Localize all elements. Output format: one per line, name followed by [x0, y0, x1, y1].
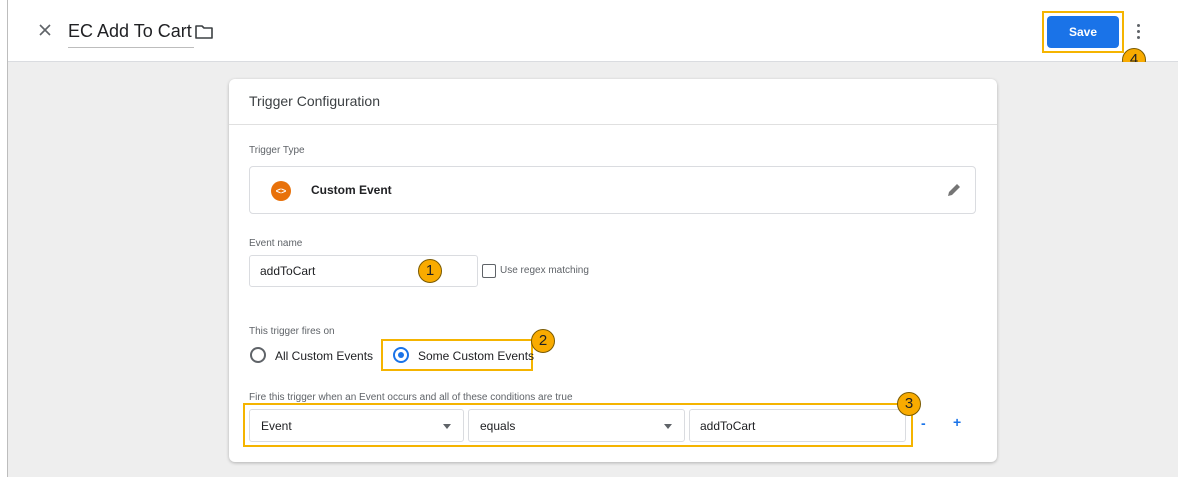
edit-pencil-icon[interactable]: [946, 182, 962, 198]
condition-value-input[interactable]: [689, 409, 906, 442]
radio-some-custom-events[interactable]: [393, 347, 409, 363]
event-name-label: Event name: [249, 238, 303, 249]
top-bar: EC Add To Cart Save 4: [8, 0, 1178, 72]
trigger-configuration-card: Trigger Configuration Trigger Type <> Cu…: [229, 79, 997, 462]
annotation-badge-3: 3: [897, 392, 921, 416]
trigger-type-name: Custom Event: [311, 183, 392, 197]
more-options-icon[interactable]: [1128, 21, 1148, 43]
chevron-down-icon: [443, 424, 451, 429]
fires-on-label: This trigger fires on: [249, 326, 335, 337]
page-title: EC Add To Cart: [68, 21, 192, 41]
annotation-badge-2: 2: [531, 329, 555, 353]
folder-icon[interactable]: [194, 23, 214, 41]
trigger-name-field[interactable]: EC Add To Cart: [68, 19, 194, 48]
app-window: EC Add To Cart Save 4 Trigger Configurat…: [0, 0, 1178, 477]
radio-all-custom-events[interactable]: [250, 347, 266, 363]
card-title: Trigger Configuration: [229, 79, 997, 125]
custom-event-icon: <>: [271, 181, 291, 201]
annotation-badge-1: 1: [418, 259, 442, 283]
condition-operator-select[interactable]: equals: [468, 409, 685, 442]
condition-variable-value: Event: [261, 419, 292, 433]
radio-all-custom-events-label: All Custom Events: [275, 349, 374, 363]
regex-label: Use regex matching: [500, 265, 589, 276]
condition-variable-select[interactable]: Event: [249, 409, 464, 442]
regex-checkbox[interactable]: [482, 264, 496, 278]
conditions-label: Fire this trigger when an Event occurs a…: [249, 392, 573, 403]
radio-some-custom-events-label: Some Custom Events: [418, 349, 535, 363]
chevron-down-icon: [664, 424, 672, 429]
trigger-type-label: Trigger Type: [249, 145, 305, 156]
trigger-type-selector[interactable]: <> Custom Event: [249, 166, 976, 214]
add-condition-button[interactable]: +: [953, 414, 961, 430]
save-button[interactable]: Save: [1047, 16, 1119, 48]
remove-condition-button[interactable]: -: [921, 415, 926, 431]
close-icon[interactable]: [36, 21, 54, 39]
event-name-input[interactable]: [249, 255, 478, 287]
condition-operator-value: equals: [480, 419, 516, 433]
